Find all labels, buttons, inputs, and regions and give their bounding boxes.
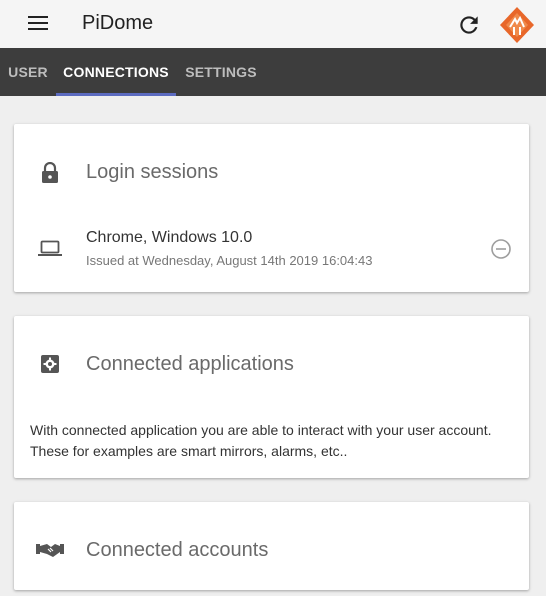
session-issued-date: Issued at Wednesday, August 14th 2019 16… [86, 253, 373, 268]
handshake-icon [36, 544, 64, 557]
pidome-logo [498, 6, 536, 44]
connected-applications-description: With connected application you are able … [30, 420, 514, 462]
description-line: With connected application you are able … [30, 422, 492, 438]
login-sessions-title: Login sessions [86, 161, 219, 183]
connected-accounts-card: Connected accounts [14, 502, 529, 590]
puzzle-icon [41, 355, 59, 373]
description-line: These for examples are smart mirrors, al… [30, 443, 348, 459]
tab-connections[interactable]: CONNECTIONS [56, 48, 176, 96]
tab-user[interactable]: USER [0, 48, 56, 96]
login-sessions-card: Login sessions Chrome, Windows 10.0 Issu… [14, 124, 529, 292]
connected-applications-card: Connected applications With connected ap… [14, 316, 529, 478]
logo-icon [500, 7, 534, 43]
connected-applications-title: Connected applications [86, 353, 294, 375]
connected-accounts-title: Connected accounts [86, 539, 269, 561]
lock-icon [42, 162, 58, 183]
tab-settings[interactable]: SETTINGS [176, 48, 266, 96]
session-name: Chrome, Windows 10.0 [86, 229, 253, 246]
laptop-icon [38, 240, 62, 256]
active-tab-indicator [56, 93, 176, 96]
remove-session-icon[interactable] [490, 238, 512, 260]
menu-button[interactable] [22, 12, 54, 36]
refresh-icon [460, 16, 478, 34]
tab-bar: USER CONNECTIONS SETTINGS [0, 48, 546, 96]
app-bar: PiDome [0, 0, 546, 48]
refresh-button[interactable] [456, 12, 482, 38]
app-title: PiDome [82, 12, 154, 34]
hamburger-menu-icon [28, 16, 48, 30]
